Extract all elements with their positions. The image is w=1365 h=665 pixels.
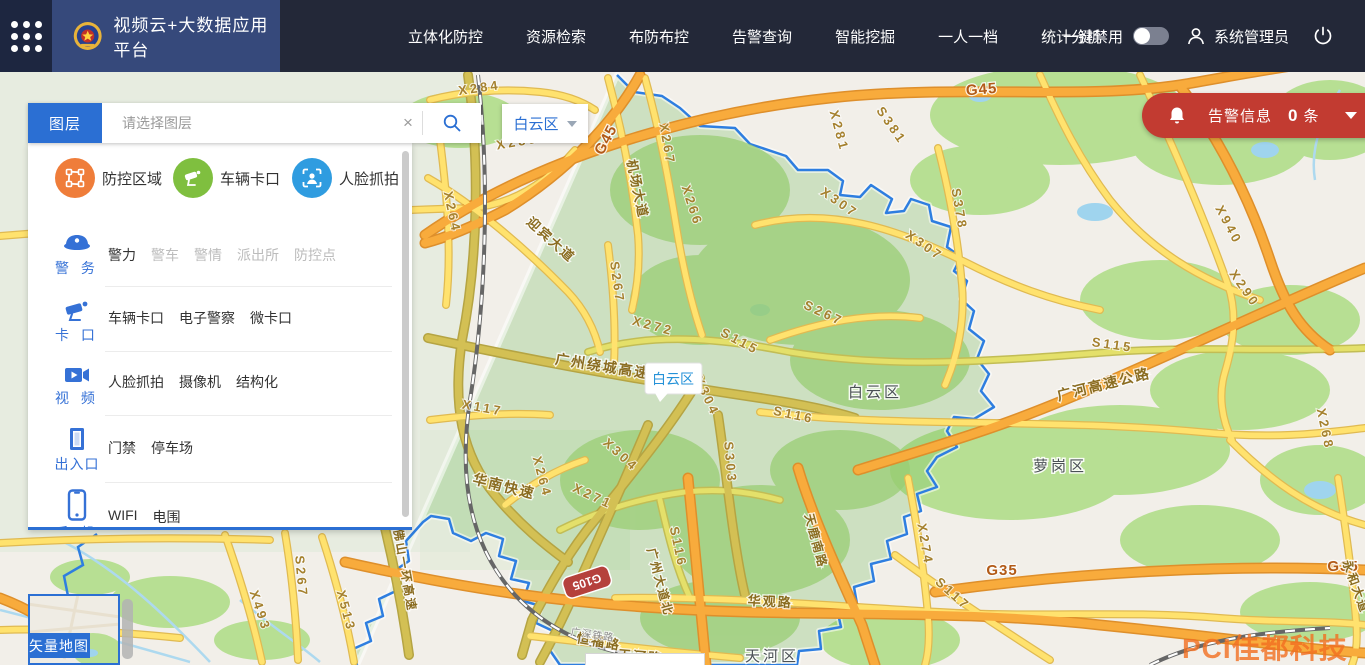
highway-label: G35 bbox=[986, 562, 1017, 579]
category-label: 视 频 bbox=[55, 388, 99, 408]
quick-disable-control: 一键禁用 bbox=[1063, 0, 1169, 72]
app-title: 视频云+大数据应用平台 bbox=[113, 11, 280, 61]
alarm-label: 告警信息 bbox=[1208, 105, 1272, 126]
layer-item-access-control[interactable]: 门禁 bbox=[108, 438, 136, 458]
minimap-vector-label[interactable]: 矢量地图 bbox=[28, 633, 90, 658]
quick-disable-toggle[interactable] bbox=[1133, 27, 1169, 45]
quick-layer-label: 车辆卡口 bbox=[220, 168, 280, 189]
app-grid-menu-button[interactable] bbox=[0, 0, 52, 72]
menu-item-stereo-defense[interactable]: 立体化防控 bbox=[408, 26, 483, 47]
district-selector[interactable]: 白云区 bbox=[502, 104, 588, 143]
category-label: 警 务 bbox=[55, 258, 99, 278]
main-menu: 立体化防控 资源检索 布防布控 告警查询 智能挖掘 一人一档 统计分析 bbox=[408, 0, 1101, 72]
police-badge-logo bbox=[72, 18, 103, 54]
door-icon bbox=[65, 426, 89, 452]
layer-panel-header: 图层 × bbox=[28, 103, 481, 143]
layer-search-bar: × bbox=[102, 103, 481, 143]
category-label: 卡 口 bbox=[55, 325, 99, 345]
layer-item-electronic-police[interactable]: 电子警察 bbox=[179, 308, 235, 328]
district-selected-value: 白云区 bbox=[513, 113, 558, 134]
video-camera-icon bbox=[62, 364, 92, 386]
category-row-entrance: 出入口 门禁 停车场 bbox=[28, 416, 412, 483]
logout-button[interactable] bbox=[1312, 0, 1334, 72]
category-entrance[interactable]: 出入口 bbox=[46, 426, 108, 474]
region-icon bbox=[55, 158, 95, 198]
search-button[interactable] bbox=[423, 113, 481, 133]
quick-disable-label: 一键禁用 bbox=[1063, 26, 1123, 47]
app-window: X284 X283 G45 G45 X281 S381 S378 X267 X2… bbox=[0, 0, 1365, 665]
phone-icon bbox=[66, 489, 88, 521]
district-label-baiyun: 白云区 bbox=[848, 384, 902, 401]
quick-layer-region[interactable]: 防控区域 bbox=[55, 156, 162, 200]
menu-item-resource-search[interactable]: 资源检索 bbox=[526, 26, 586, 47]
layer-item-vehicle-checkpoint[interactable]: 车辆卡口 bbox=[108, 308, 164, 328]
menu-item-person-archive[interactable]: 一人一档 bbox=[938, 26, 998, 47]
user-icon bbox=[1186, 26, 1206, 46]
toggle-knob bbox=[1134, 28, 1150, 44]
face-capture-icon bbox=[292, 158, 332, 198]
map-popup-stub bbox=[585, 653, 705, 665]
layer-item-wifi[interactable]: WIFI bbox=[108, 507, 138, 527]
layer-search-input[interactable] bbox=[102, 115, 394, 131]
brand-header: 视频云+大数据应用平台 bbox=[52, 0, 280, 72]
category-phone[interactable]: 手 机 bbox=[46, 489, 108, 530]
layer-tab[interactable]: 图层 bbox=[28, 103, 102, 143]
layer-item-control-point[interactable]: 防控点 bbox=[294, 245, 336, 265]
category-row-phone: 手 机 WIFI 电围 bbox=[28, 483, 412, 530]
layer-item-electric-fence[interactable]: 电围 bbox=[153, 507, 181, 527]
layer-item-parking-lot[interactable]: 停车场 bbox=[151, 438, 193, 458]
bell-icon bbox=[1168, 106, 1186, 125]
cctv-icon bbox=[62, 299, 92, 323]
menu-item-deployment-control[interactable]: 布防布控 bbox=[629, 26, 689, 47]
layer-item-camera[interactable]: 摄像机 bbox=[179, 372, 221, 392]
category-label: 手 机 bbox=[55, 523, 99, 530]
category-label: 出入口 bbox=[55, 454, 100, 474]
panel-scrollbar[interactable] bbox=[402, 151, 409, 517]
road-label: 华观路 bbox=[747, 593, 793, 610]
user-name: 系统管理员 bbox=[1214, 26, 1289, 47]
police-cap-icon bbox=[62, 232, 92, 256]
top-navigation-bar: 视频云+大数据应用平台 立体化防控 资源检索 布防布控 告警查询 智能挖掘 一人… bbox=[0, 0, 1365, 72]
quick-layer-label: 人脸抓拍 bbox=[339, 168, 399, 189]
district-label-tianhe: 天河区 bbox=[745, 648, 799, 665]
district-label-luogang: 萝岗区 bbox=[1033, 458, 1087, 475]
search-icon bbox=[442, 113, 462, 133]
quick-layer-face-capture[interactable]: 人脸抓拍 bbox=[292, 156, 399, 200]
category-police[interactable]: 警 务 bbox=[46, 232, 108, 278]
category-checkpoint[interactable]: 卡 口 bbox=[46, 299, 108, 345]
chevron-down-icon[interactable] bbox=[1345, 112, 1357, 119]
clear-search-icon[interactable]: × bbox=[394, 113, 422, 133]
layer-item-structured[interactable]: 结构化 bbox=[236, 372, 278, 392]
alarm-info-banner[interactable]: 告警信息 0 条 bbox=[1142, 93, 1365, 138]
category-video[interactable]: 视 频 bbox=[46, 364, 108, 408]
alarm-count: 0 bbox=[1288, 106, 1297, 126]
alarm-unit: 条 bbox=[1303, 105, 1318, 126]
layer-item-police-force[interactable]: 警力 bbox=[108, 245, 136, 265]
layer-item-micro-checkpoint[interactable]: 微卡口 bbox=[250, 308, 292, 328]
chevron-down-icon bbox=[567, 121, 577, 127]
vendor-watermark: PCI佳都科技 bbox=[1182, 627, 1348, 665]
quick-layer-label: 防控区域 bbox=[102, 168, 162, 189]
district-popup-label: 白云区 bbox=[652, 371, 694, 387]
vehicle-checkpoint-icon bbox=[173, 158, 213, 198]
menu-item-alarm-query[interactable]: 告警查询 bbox=[732, 26, 792, 47]
highway-label: G45 bbox=[965, 80, 998, 100]
category-row-checkpoint: 卡 口 车辆卡口 电子警察 微卡口 bbox=[28, 287, 412, 352]
menu-item-smart-mining[interactable]: 智能挖掘 bbox=[835, 26, 895, 47]
category-row-police: 警 务 警力 警车 警情 派出所 防控点 bbox=[28, 228, 412, 287]
quick-layer-vehicle-checkpoint[interactable]: 车辆卡口 bbox=[173, 156, 280, 200]
minimap-scrollbar[interactable] bbox=[122, 599, 133, 659]
layer-item-face-capture[interactable]: 人脸抓拍 bbox=[108, 372, 164, 392]
layer-item-police-station[interactable]: 派出所 bbox=[237, 245, 279, 265]
layer-item-police-car[interactable]: 警车 bbox=[151, 245, 179, 265]
user-account[interactable]: 系统管理员 bbox=[1186, 0, 1289, 72]
category-row-video: 视 频 人脸抓拍 摄像机 结构化 bbox=[28, 352, 412, 416]
layer-panel-body: 防控区域 车辆卡口 bbox=[28, 143, 412, 530]
power-icon bbox=[1312, 25, 1334, 47]
layer-item-police-incident[interactable]: 警情 bbox=[194, 245, 222, 265]
grid-menu-icon bbox=[11, 21, 42, 52]
